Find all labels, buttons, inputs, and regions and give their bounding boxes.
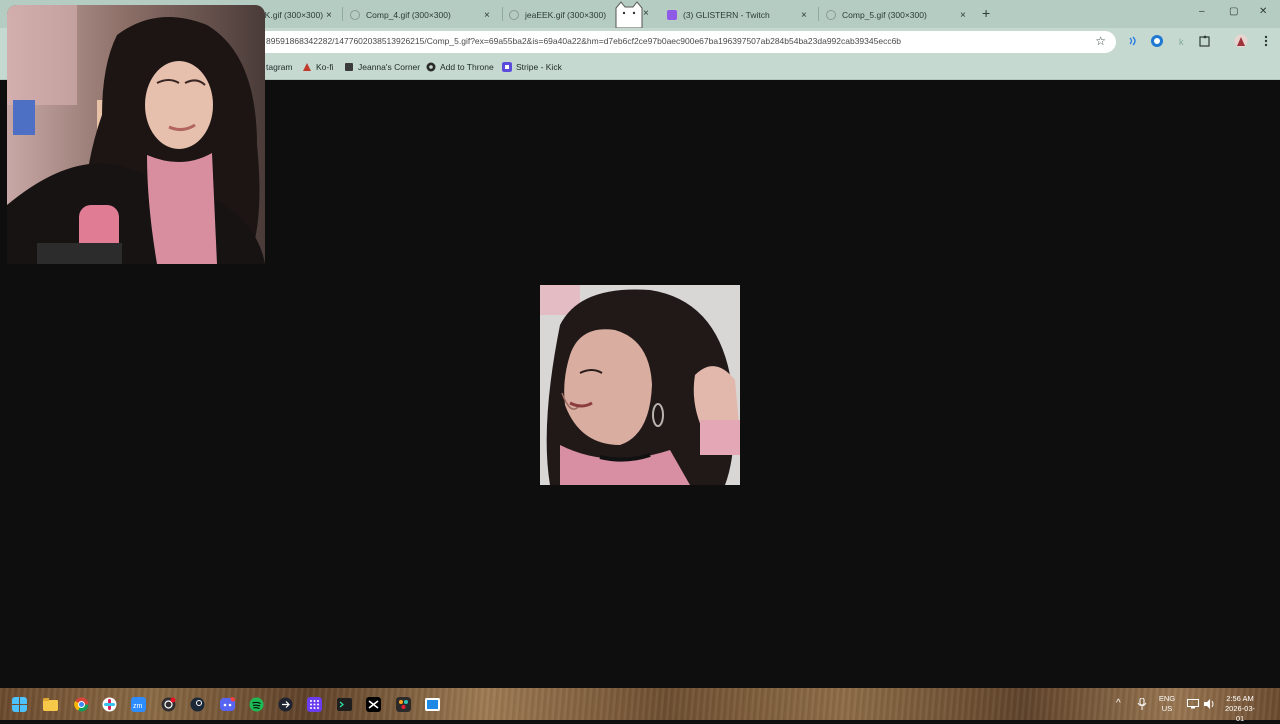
read-aloud-icon[interactable] xyxy=(1126,34,1140,48)
network-icon[interactable] xyxy=(1187,699,1199,709)
bookmark-label: Stripe - Kick xyxy=(516,62,562,72)
maximize-button[interactable]: ▢ xyxy=(1229,6,1238,17)
window-app-icon[interactable] xyxy=(425,697,440,712)
close-tab-icon[interactable]: × xyxy=(484,10,490,21)
twitch-icon xyxy=(667,10,677,20)
bookmark-label: Add to Throne xyxy=(440,62,494,72)
bookmark-star-icon[interactable]: ☆ xyxy=(1095,34,1106,48)
tab-label: jeaEEK.gif (300×300) xyxy=(525,10,607,20)
menu-more-icon[interactable] xyxy=(1259,34,1273,48)
date-text: 2026-03-01 xyxy=(1224,704,1256,723)
bookmark-kofi[interactable]: Ko-fi xyxy=(302,62,333,72)
tab-comp5-active[interactable]: Comp_5.gif (300×300) × xyxy=(826,4,972,26)
extension-blue-icon[interactable] xyxy=(1150,34,1164,48)
tab-twitch[interactable]: (3) GLISTERN - Twitch × xyxy=(667,4,817,26)
windows-start-icon[interactable] xyxy=(12,697,27,712)
svg-text:zm: zm xyxy=(133,703,143,710)
svg-text:k: k xyxy=(1179,37,1184,47)
tab-label: Comp_4.gif (300×300) xyxy=(366,10,451,20)
throne-icon xyxy=(426,62,436,72)
spotify-icon[interactable] xyxy=(249,697,264,712)
kofi-icon xyxy=(303,63,311,71)
obs-icon[interactable] xyxy=(161,697,176,712)
cat-decoration-icon xyxy=(615,1,643,28)
cube-icon xyxy=(345,63,353,71)
bookmark-label: tagram xyxy=(266,62,293,72)
tab-label: (3) GLISTERN - Twitch xyxy=(683,10,770,20)
volume-icon[interactable] xyxy=(1203,698,1215,710)
davinci-icon[interactable] xyxy=(396,697,411,712)
microphone-icon[interactable] xyxy=(1137,698,1147,710)
language-text: ENG xyxy=(1158,694,1176,703)
tray-chevron-up-icon[interactable]: ^ xyxy=(1116,698,1121,709)
region-text: US xyxy=(1161,704,1173,713)
terminal-icon[interactable] xyxy=(337,697,352,712)
page-icon xyxy=(350,10,360,20)
bookmark-stripe-kick[interactable]: Stripe - Kick xyxy=(502,62,562,72)
file-explorer-icon[interactable] xyxy=(43,697,58,712)
address-bar[interactable]: 89591868342282/1477602038513926215/Comp_… xyxy=(250,31,1116,53)
close-tab-icon[interactable]: × xyxy=(326,10,332,21)
close-tab-icon[interactable]: × xyxy=(801,10,807,21)
chrome-icon[interactable] xyxy=(74,697,89,712)
streamer-webcam-image xyxy=(7,5,265,264)
arrow-app-icon[interactable] xyxy=(278,697,293,712)
language-indicator[interactable]: ENG US xyxy=(1156,694,1178,714)
profile-avatar-icon[interactable] xyxy=(1234,34,1248,48)
webcam-overlay xyxy=(7,5,265,264)
slack-icon[interactable] xyxy=(102,697,117,712)
minimize-button[interactable]: – xyxy=(1199,6,1205,17)
extension-k-icon[interactable]: k xyxy=(1175,34,1189,48)
page-icon xyxy=(826,10,836,20)
portrait-image xyxy=(540,285,740,485)
zoom-icon[interactable]: zm xyxy=(131,697,146,712)
bookmark-add-to-throne[interactable]: Add to Throne xyxy=(426,62,494,72)
tab-comp4[interactable]: Comp_4.gif (300×300) × xyxy=(350,4,500,26)
windows-taskbar: zm ^ ENG US 2:56 AM 2026-03-01 xyxy=(0,688,1280,723)
gif-image xyxy=(540,285,740,485)
grid-app-icon[interactable] xyxy=(307,697,322,712)
window-close-button[interactable]: ✕ xyxy=(1259,6,1267,17)
bookmark-label: Jeanna's Corner xyxy=(358,62,421,72)
page-icon xyxy=(509,10,519,20)
steam-icon[interactable] xyxy=(190,697,205,712)
close-tab-icon[interactable]: × xyxy=(643,8,649,19)
time-text: 2:56 AM xyxy=(1226,694,1254,703)
bookmark-label: Ko-fi xyxy=(316,62,334,72)
bookmark-instagram[interactable]: tagram xyxy=(266,62,292,72)
close-tab-icon[interactable]: × xyxy=(960,10,966,21)
extensions-puzzle-icon[interactable] xyxy=(1198,34,1212,48)
bookmark-jeannas-corner[interactable]: Jeanna's Corner xyxy=(344,62,420,72)
discord-icon[interactable] xyxy=(220,697,235,712)
new-tab-button[interactable]: + xyxy=(982,5,990,21)
url-text: 89591868342282/1477602038513926215/Comp_… xyxy=(266,36,902,46)
tab-label: Comp_5.gif (300×300) xyxy=(842,10,927,20)
stripe-icon xyxy=(502,62,512,72)
capcut-icon[interactable] xyxy=(366,697,381,712)
